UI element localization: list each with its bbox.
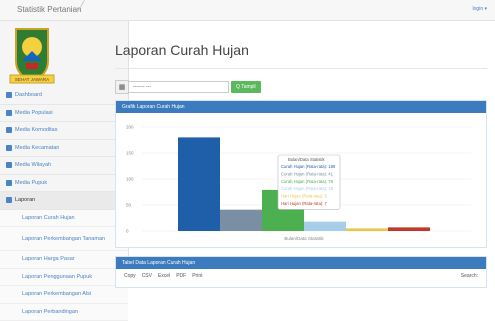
tooltip-title: Bulan/Data Statistik (288, 157, 325, 162)
sidebar-item-kecamatan[interactable]: Media Kecamatan (0, 140, 128, 158)
table-export-controls: Copy CSV Excel PDF Print (124, 273, 208, 279)
tooltip-line: Curah Hujan (Rata-rata): 79 (281, 179, 334, 184)
chart-bar[interactable] (388, 227, 430, 231)
y-tick-label: 100 (126, 177, 134, 182)
file-icon (6, 197, 12, 203)
chart-tooltip: Bulan/Data Statistik Curah Hujan (Rata-r… (278, 155, 340, 209)
sidebar-subitem-penggunaan-pupuk[interactable]: Laporan Penggunaan Pupuk (0, 269, 128, 287)
user-menu[interactable]: login ▾ (473, 6, 487, 12)
sidebar-subitem-perkembangan-tanaman[interactable]: Laporan Perkembangan Tanaman (0, 227, 128, 251)
dashboard-icon (6, 92, 12, 98)
table-panel-title: Tabel Data Laporan Curah Hujan (116, 257, 486, 269)
sidebar-subitem-perkembangan-alsi[interactable]: Laporan Perkembangan Alsi (0, 286, 128, 304)
chart-bar[interactable] (304, 222, 346, 231)
sidebar-item-wilayah[interactable]: Media Wilayah (0, 157, 128, 175)
table-search-label: Search: (461, 273, 478, 279)
table-panel: Tabel Data Laporan Curah Hujan Copy CSV … (115, 256, 487, 288)
chart-panel: Grafik Laporan Curah Hujan 0 50 100 150 200 … (115, 100, 487, 248)
y-tick-label: 200 (126, 125, 134, 130)
tooltip-line: Curah Hujan (Rata-rata): 41 (281, 171, 334, 176)
tooltip-line: Hari Hujan (Rata-rata): 5 (281, 194, 328, 199)
tooltip-line: Curah Hujan (Rata-rata): 180 (281, 164, 336, 169)
period-select[interactable]: ------- --- (129, 81, 229, 93)
chart-bar[interactable] (346, 228, 388, 231)
chart-bar[interactable] (178, 137, 220, 231)
csv-button[interactable]: CSV (142, 273, 152, 279)
sidebar-subitem-curah-hujan[interactable]: Laporan Curah Hujan (0, 210, 128, 228)
regency-logo: SEHAT JAWARA (8, 25, 56, 87)
sidebar-item-laporan[interactable]: Laporan‹ (0, 192, 128, 210)
y-tick-label: 150 (126, 151, 134, 156)
filter-bar: ▦ ------- --- Q Tampil (115, 80, 261, 94)
chart-bar[interactable] (220, 210, 262, 231)
sidebar-item-populasi[interactable]: Media Populasi (0, 105, 128, 123)
top-navbar: Statistik Pertanian login ▾ (0, 0, 495, 21)
divider (115, 68, 487, 69)
calendar-icon[interactable]: ▦ (115, 80, 129, 94)
sidebar: SEHAT JAWARA Dashboard Media Populasi Me… (0, 21, 129, 282)
show-button[interactable]: Q Tampil (231, 81, 261, 93)
grid-icon (6, 145, 12, 151)
sidebar-item-dashboard[interactable]: Dashboard (0, 87, 128, 105)
page-title: Laporan Curah Hujan (115, 42, 249, 58)
leaf-icon (6, 127, 12, 133)
sidebar-item-komoditas[interactable]: Media Komoditas (0, 122, 128, 140)
sidebar-item-pupuk[interactable]: Media Pupuk (0, 175, 128, 193)
sidebar-nav: Dashboard Media Populasi Media Komoditas… (0, 87, 128, 321)
copy-button[interactable]: Copy (124, 273, 136, 279)
wrench-icon (6, 162, 12, 168)
sidebar-subitem-perbandingan[interactable]: Laporan Perbandingan (0, 304, 128, 321)
y-tick-label: 0 (126, 229, 129, 234)
tooltip-line: Hari Hujan (Rata-rata): 7 (281, 201, 328, 206)
user-icon (6, 110, 12, 116)
app-title[interactable]: Statistik Pertanian (17, 5, 81, 14)
chart-panel-title: Grafik Laporan Curah Hujan (116, 101, 486, 113)
rainfall-chart: 0 50 100 150 200 Bulan/Data Statistik Bulan/… (116, 113, 486, 247)
tooltip-line: Curah Hujan (Rata-rata): 18 (281, 186, 334, 191)
sidebar-subitem-harga-pasar[interactable]: Laporan Harga Pasar (0, 251, 128, 269)
tag-icon (6, 180, 12, 186)
x-axis-label: Bulan/Data Statistik (284, 236, 324, 241)
excel-button[interactable]: Excel (158, 273, 170, 279)
print-button[interactable]: Print (192, 273, 202, 279)
logo-banner-text: SEHAT JAWARA (15, 77, 49, 82)
y-tick-label: 50 (126, 203, 132, 208)
pdf-button[interactable]: PDF (176, 273, 186, 279)
